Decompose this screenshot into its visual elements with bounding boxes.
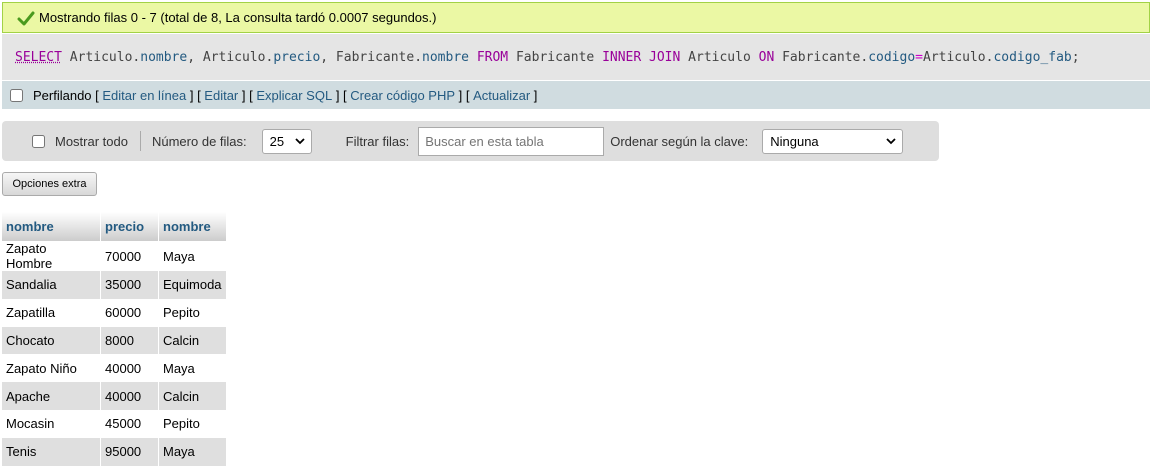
- profiling-label: Perfilando: [33, 87, 92, 103]
- sort-select[interactable]: Ninguna: [762, 128, 904, 154]
- table-row: Sandalia 35000 Equimoda: [2, 271, 227, 299]
- bracket: ] [: [332, 87, 351, 103]
- cell-precio[interactable]: 70000: [101, 241, 159, 271]
- explain-sql-link[interactable]: Explicar SQL: [256, 88, 332, 103]
- rows-label: Número de filas:: [151, 133, 247, 149]
- cell-fabricante[interactable]: Maya: [159, 354, 227, 383]
- sql-operator: =: [915, 49, 923, 65]
- sql-text: Articulo.: [923, 49, 994, 65]
- bracket: ] [: [238, 87, 257, 103]
- results-table: nombre precio nombre Zapato Hombre 70000…: [2, 212, 227, 466]
- sort-select-value: Ninguna: [770, 133, 819, 149]
- sql-column: nombre: [422, 49, 469, 65]
- bracket: [: [91, 87, 103, 103]
- refresh-link[interactable]: Actualizar: [473, 88, 530, 103]
- sql-text: Fabricante.: [774, 49, 869, 65]
- sql-column: codigo_fab: [993, 49, 1072, 65]
- sql-keyword: INNER: [602, 49, 642, 65]
- column-header-nombre[interactable]: nombre: [2, 212, 101, 241]
- show-all-checkbox[interactable]: [32, 134, 45, 148]
- cell-nombre[interactable]: Apache: [2, 382, 101, 410]
- cell-fabricante[interactable]: Calcin: [159, 382, 227, 410]
- extra-options-button[interactable]: Opciones extra: [2, 172, 97, 196]
- bracket: ] [: [186, 87, 205, 103]
- cell-precio[interactable]: 35000: [101, 271, 159, 299]
- cell-fabricante[interactable]: Pepito: [159, 409, 227, 438]
- rows-select[interactable]: 25: [261, 128, 312, 154]
- table-row: Chocato 8000 Calcin: [2, 326, 227, 355]
- cell-nombre[interactable]: Sandalia: [2, 271, 101, 299]
- sql-text: Fabricante: [508, 49, 603, 65]
- sql-column: precio: [273, 49, 321, 65]
- chevron-down-icon: [886, 136, 896, 146]
- cell-precio[interactable]: 40000: [101, 354, 159, 383]
- table-header-row: nombre precio nombre: [2, 212, 227, 241]
- check-icon: [17, 9, 35, 27]
- filter-label: Filtrar filas:: [345, 133, 410, 149]
- table-row: Tenis 95000 Maya: [2, 437, 227, 466]
- sql-keyword: JOIN: [649, 49, 681, 65]
- cell-nombre[interactable]: Chocato: [2, 326, 101, 355]
- sql-text: Articulo.: [61, 49, 141, 65]
- sql-query[interactable]: SELECT Articulo. nombre, Articulo. precio,…: [2, 34, 1150, 80]
- table-row: Zapato Hombre 70000 Maya: [2, 241, 227, 271]
- divider: [139, 131, 141, 151]
- column-header-nombre-fabricante[interactable]: nombre: [159, 212, 227, 241]
- cell-fabricante[interactable]: Maya: [159, 437, 227, 466]
- sql-text: Articulo: [680, 49, 759, 65]
- cell-nombre[interactable]: Zapato Hombre: [2, 241, 101, 271]
- profiling-bar: Perfilando [ Editar en línea ] [ Editar …: [2, 81, 1150, 109]
- edit-link[interactable]: Editar: [204, 88, 238, 103]
- cell-precio[interactable]: 95000: [101, 437, 159, 466]
- cell-nombre[interactable]: Mocasin: [2, 409, 101, 438]
- create-php-link[interactable]: Crear código PHP: [350, 88, 455, 103]
- chevron-down-icon: [295, 136, 305, 146]
- success-message: Mostrando filas 0 - 7 (total de 8, La co…: [2, 2, 1150, 33]
- profiling-checkbox[interactable]: [10, 88, 23, 102]
- sql-keyword-select[interactable]: SELECT: [15, 50, 62, 65]
- table-row: Zapato Niño 40000 Maya: [2, 354, 227, 383]
- cell-precio[interactable]: 8000: [101, 326, 159, 355]
- success-text: Mostrando filas 0 - 7 (total de 8, La co…: [39, 10, 437, 25]
- cell-nombre[interactable]: Zapato Niño: [2, 354, 101, 383]
- table-row: Zapatilla 60000 Pepito: [2, 298, 227, 327]
- cell-fabricante[interactable]: Calcin: [159, 326, 227, 355]
- sql-text: ;: [1071, 49, 1080, 65]
- navigation-panel: Mostrar todo Número de filas: 25 Filtrar…: [2, 121, 939, 161]
- inline-edit-link[interactable]: Editar en línea: [102, 88, 186, 103]
- table-row: Mocasin 45000 Pepito: [2, 409, 227, 438]
- cell-precio[interactable]: 40000: [101, 382, 159, 410]
- column-header-precio[interactable]: precio: [101, 212, 159, 241]
- sql-keyword: ON: [758, 49, 775, 65]
- cell-fabricante[interactable]: Pepito: [159, 298, 227, 327]
- sql-column: nombre: [140, 49, 188, 65]
- bracket: ]: [530, 87, 538, 103]
- show-all-label[interactable]: Mostrar todo: [55, 134, 128, 149]
- sql-column: codigo: [868, 49, 916, 65]
- filter-input[interactable]: Buscar en esta tabla: [418, 126, 605, 156]
- bracket: ] [: [455, 87, 474, 103]
- cell-fabricante[interactable]: Maya: [159, 241, 227, 271]
- cell-precio[interactable]: 45000: [101, 409, 159, 438]
- rows-select-value: 25: [269, 133, 285, 149]
- sort-label: Ordenar según la clave:: [610, 133, 749, 149]
- cell-nombre[interactable]: Zapatilla: [2, 298, 101, 327]
- cell-fabricante[interactable]: Equimoda: [159, 271, 227, 299]
- cell-nombre[interactable]: Tenis: [2, 437, 101, 466]
- sql-text: , Fabricante.: [320, 49, 423, 65]
- cell-precio[interactable]: 60000: [101, 298, 159, 327]
- table-row: Apache 40000 Calcin: [2, 382, 227, 410]
- sql-keyword: FROM: [469, 49, 509, 65]
- sql-text: , Articulo.: [187, 49, 274, 65]
